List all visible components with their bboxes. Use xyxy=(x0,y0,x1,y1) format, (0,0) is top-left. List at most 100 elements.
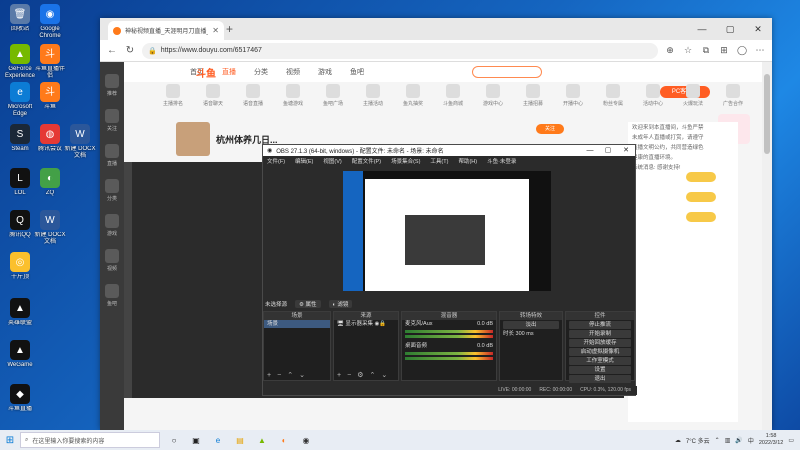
extensions-icon[interactable]: ⊞ xyxy=(718,45,730,56)
add-icon[interactable]: + xyxy=(337,371,341,380)
left-nav-item[interactable]: 游戏 xyxy=(100,214,124,237)
edge-icon[interactable]: e xyxy=(210,432,226,448)
scrollbar-thumb[interactable] xyxy=(764,74,770,154)
obs-menu-item[interactable]: 工具(T) xyxy=(430,157,448,165)
category-item[interactable]: 鱼吧广场 xyxy=(320,84,346,107)
category-item[interactable]: 主播排名 xyxy=(160,84,186,107)
move-down-icon[interactable]: ⌄ xyxy=(299,371,305,380)
profile-icon[interactable]: ◯ xyxy=(736,45,748,56)
duration-input[interactable]: 300 ms xyxy=(516,331,534,337)
new-tab-button[interactable]: + xyxy=(226,22,233,36)
site-nav-item[interactable]: 游戏 xyxy=(318,67,332,77)
desktop-icon[interactable]: e Microsoft Edge xyxy=(4,82,36,118)
show-hidden-icons[interactable]: ⌃ xyxy=(715,437,720,444)
address-field[interactable]: 🔒 https://www.douyu.com/6517467 xyxy=(142,42,658,59)
category-item[interactable]: 主播活动 xyxy=(360,84,386,107)
obs-control-button[interactable]: 设置 xyxy=(569,366,631,374)
refresh-icon[interactable]: ↻ xyxy=(124,45,136,56)
category-item[interactable]: 广告合作 xyxy=(720,84,746,107)
filters-button[interactable]: ◐ 滤镜 xyxy=(328,300,353,308)
left-nav-item[interactable]: 视频 xyxy=(100,249,124,272)
geforce-icon[interactable]: ▲ xyxy=(254,432,270,448)
obs-control-button[interactable]: 开始回放缓存 xyxy=(569,339,631,347)
network-icon[interactable]: ▥ xyxy=(725,437,731,444)
desktop-icon[interactable]: ◐ ZQ xyxy=(34,168,66,204)
notification-icon[interactable]: ▭ xyxy=(788,437,794,444)
task-view-icon[interactable]: ○ xyxy=(166,432,182,448)
streamer-avatar[interactable] xyxy=(176,122,210,156)
obs-menu-item[interactable]: 编辑(E) xyxy=(295,157,313,165)
move-up-icon[interactable]: ⌃ xyxy=(287,371,293,380)
back-icon[interactable]: ← xyxy=(106,45,118,56)
properties-button[interactable]: ⚙ 属性 xyxy=(295,300,321,308)
page-scrollbar[interactable] xyxy=(762,62,772,430)
player-side-handle[interactable] xyxy=(124,162,132,398)
left-nav-item[interactable]: 推荐 xyxy=(100,74,124,97)
obs-control-button[interactable]: 启动虚拟摄像机 xyxy=(569,348,631,356)
category-item[interactable]: 鱼丸抽奖 xyxy=(400,84,426,107)
obs-menu-item[interactable]: 帮助(H) xyxy=(458,157,477,165)
obs-menu-item[interactable]: 配置文件(P) xyxy=(352,157,381,165)
site-nav-item[interactable]: 直播 xyxy=(222,67,236,77)
desktop-icon[interactable]: L LOL xyxy=(4,168,36,204)
taskbar-search-input[interactable]: ⌕ 在这里输入你要搜索的内容 xyxy=(20,432,160,448)
obs-minimize-button[interactable]: — xyxy=(581,145,599,156)
desktop-icon[interactable]: 斗斗鱼直播伴侣 xyxy=(34,44,66,80)
volume-slider[interactable] xyxy=(405,357,493,360)
move-down-icon[interactable]: ⌄ xyxy=(381,371,387,380)
minimize-button[interactable]: — xyxy=(688,18,716,40)
more-menu-icon[interactable]: ⋯ xyxy=(754,45,766,56)
obs-control-button[interactable]: 工作室模式 xyxy=(569,357,631,365)
obs-maximize-button[interactable]: ▢ xyxy=(599,145,617,156)
gift-badge[interactable] xyxy=(686,172,716,182)
obs-menu-item[interactable]: 斗鱼·未登录 xyxy=(487,157,516,165)
desktop-icon[interactable]: ◉ Google Chrome xyxy=(34,4,66,40)
scene-item[interactable]: 场景 xyxy=(264,320,330,328)
category-item[interactable]: 斗鱼商城 xyxy=(440,84,466,107)
close-window-button[interactable]: ✕ xyxy=(744,18,772,40)
category-item[interactable]: 粉丝专属 xyxy=(600,84,626,107)
collections-icon[interactable]: ⧉ xyxy=(700,45,712,56)
desktop-icon[interactable]: ▲ 英雄联盟 xyxy=(4,298,36,334)
zoom-icon[interactable]: ⊕ xyxy=(664,45,676,56)
category-item[interactable]: 活动中心 xyxy=(640,84,666,107)
file-explorer-icon[interactable]: ▤ xyxy=(232,432,248,448)
obs-close-button[interactable]: ✕ xyxy=(617,145,635,156)
close-tab-icon[interactable]: ✕ xyxy=(212,26,219,35)
gear-icon[interactable]: ⚙ xyxy=(357,371,363,380)
desktop-icon[interactable]: ▲ WeGame xyxy=(4,340,36,376)
obs-control-button[interactable]: 停止推流 xyxy=(569,321,631,329)
obs-taskbar-icon[interactable]: ◉ xyxy=(298,432,314,448)
category-item[interactable]: 开播中心 xyxy=(560,84,586,107)
site-nav-item[interactable]: 分类 xyxy=(254,67,268,77)
desktop-icon[interactable]: ◎ 千斤顶 xyxy=(4,252,36,288)
browser-tab[interactable]: 神秘视频直播_天涯明月刀直播_S... ✕ xyxy=(108,21,224,40)
left-nav-item[interactable]: 分类 xyxy=(100,179,124,202)
desktop-icon[interactable]: 斗斗鱼 xyxy=(34,82,66,118)
site-nav-item[interactable]: 视频 xyxy=(286,67,300,77)
left-nav-item[interactable]: 直播 xyxy=(100,144,124,167)
obs-control-button[interactable]: 退出 xyxy=(569,375,631,383)
site-nav-item[interactable]: 鱼吧 xyxy=(350,67,364,77)
desktop-icon[interactable]: W 新建 DOCX 文档 xyxy=(34,210,66,246)
obs-menu-item[interactable]: 视图(V) xyxy=(323,157,341,165)
category-item[interactable]: 游戏中心 xyxy=(480,84,506,107)
left-nav-item[interactable]: 关注 xyxy=(100,109,124,132)
obs-control-button[interactable]: 开始录制 xyxy=(569,330,631,338)
windows-start-icon[interactable]: ⊞ xyxy=(0,435,20,446)
weather-icon[interactable]: ☁ xyxy=(675,437,681,444)
follow-button[interactable]: 关注 xyxy=(536,124,564,134)
clock[interactable]: 1:58 2022/3/12 xyxy=(759,433,783,447)
category-item[interactable]: 鱼塘游戏 xyxy=(280,84,306,107)
remove-icon[interactable]: − xyxy=(277,371,281,380)
site-search-input[interactable] xyxy=(472,66,542,78)
category-item[interactable]: 主播招募 xyxy=(520,84,546,107)
transition-select[interactable]: 淡出 xyxy=(503,321,559,329)
desktop-icon[interactable]: ◍ 腾讯会议 xyxy=(34,124,66,160)
desktop-icon[interactable]: W 新建 DOCX 文档 xyxy=(64,124,96,160)
ime-icon[interactable]: 中 xyxy=(748,436,754,445)
taskbar-view-icon[interactable]: ▣ xyxy=(188,432,204,448)
category-item[interactable]: 火爆玩法 xyxy=(680,84,706,107)
desktop-icon[interactable]: ◆ 斗鱼直播 xyxy=(4,384,36,420)
volume-icon[interactable]: 🔊 xyxy=(735,437,742,444)
